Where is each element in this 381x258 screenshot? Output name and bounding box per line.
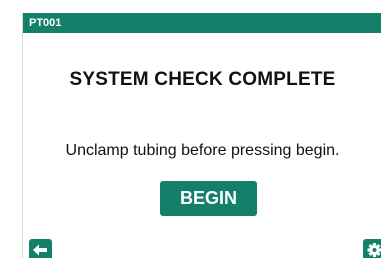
settings-button[interactable]	[363, 239, 381, 258]
gear-icon	[367, 243, 381, 257]
status-bar: PT001	[23, 13, 381, 33]
begin-button[interactable]: BEGIN	[160, 181, 257, 216]
instruction-message: Unclamp tubing before pressing begin.	[65, 142, 340, 159]
device-screen: PT001 SYSTEM CHECK COMPLETE Unclamp tubi…	[22, 13, 381, 258]
device-id: PT001	[29, 17, 62, 29]
back-button[interactable]	[29, 239, 52, 258]
arrow-left-icon	[33, 244, 47, 256]
page-title: SYSTEM CHECK COMPLETE	[69, 69, 336, 90]
